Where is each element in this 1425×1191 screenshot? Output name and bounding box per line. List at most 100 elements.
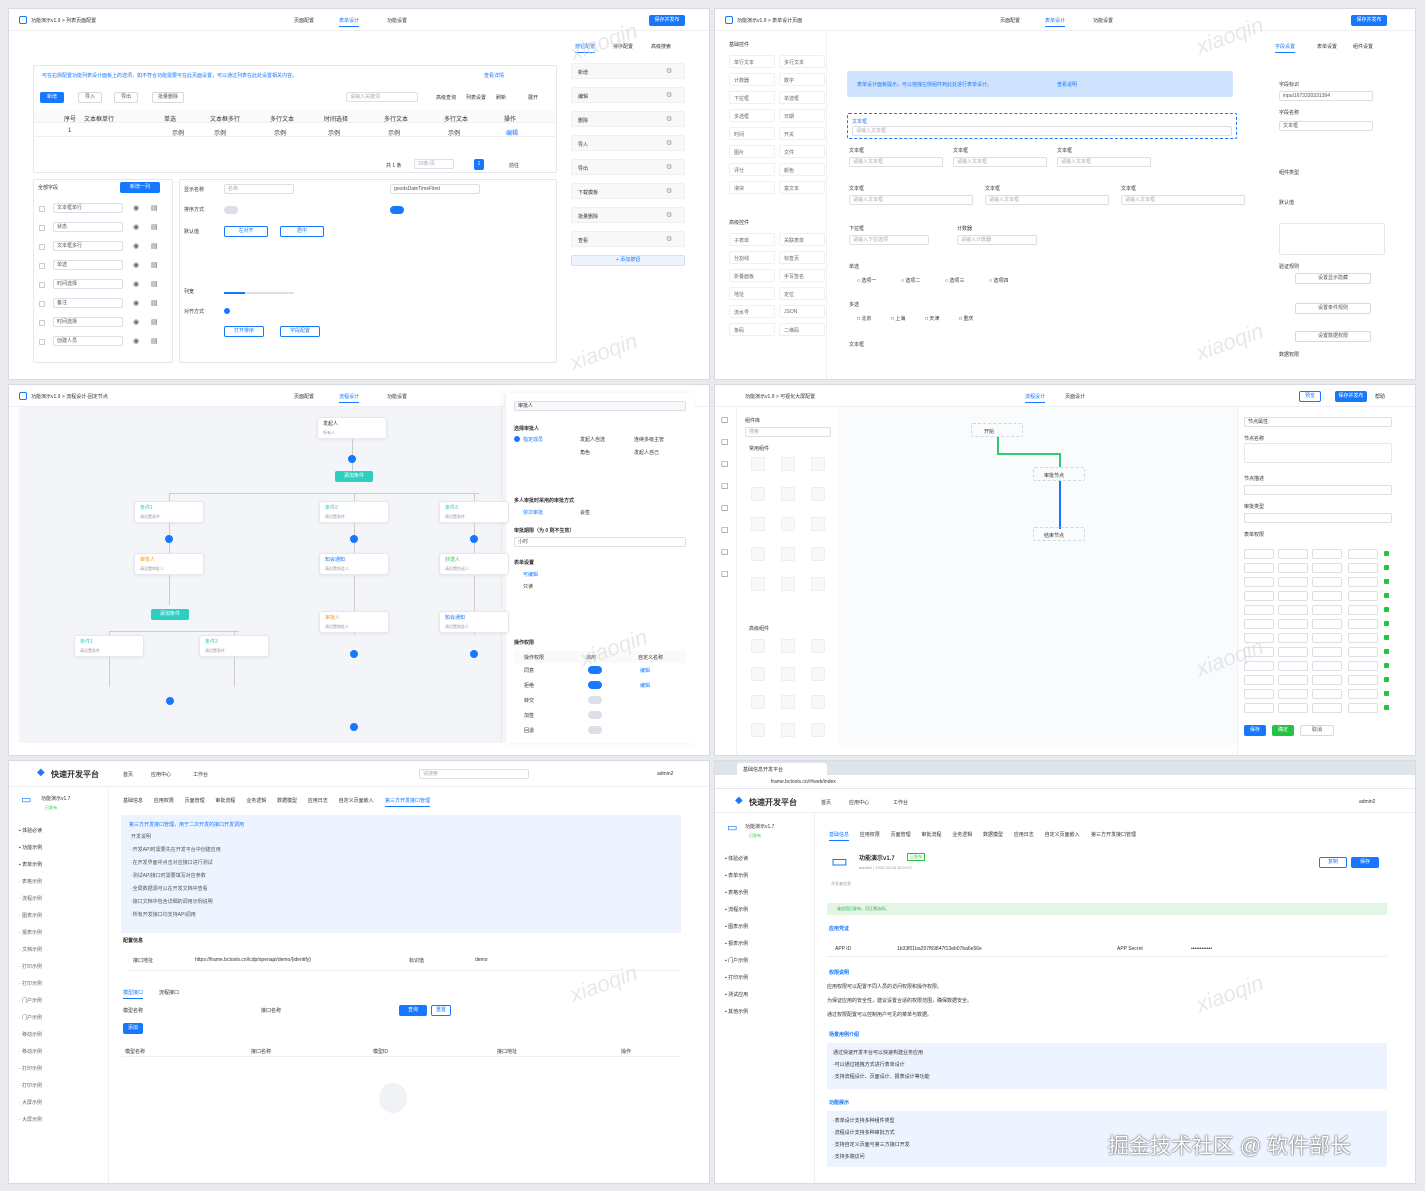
component-item[interactable]: 子表单 — [729, 233, 775, 246]
field-checkbox[interactable] — [39, 301, 45, 307]
add-button-right[interactable]: + 添加按钮 — [571, 255, 685, 266]
field-checkbox[interactable] — [39, 244, 45, 250]
field-name-input[interactable]: 时间选择 — [53, 279, 123, 289]
row-field[interactable] — [1278, 689, 1308, 699]
row-field[interactable] — [1244, 703, 1274, 713]
component-item[interactable]: 多选框 — [729, 109, 775, 122]
field-name-input[interactable]: 文本框多行 — [53, 241, 123, 251]
add-column-button[interactable]: 新增一列 — [120, 182, 160, 193]
rail-icon[interactable]: ▢ — [721, 569, 729, 578]
sidebar-item[interactable]: ▪ 图表示例 — [725, 923, 748, 930]
row-field[interactable] — [1244, 619, 1274, 629]
component-item[interactable]: 时间 — [729, 127, 775, 140]
palette-item[interactable] — [751, 639, 765, 653]
sidebar-item[interactable]: · 打印示例 — [19, 980, 42, 987]
row-field[interactable] — [1278, 549, 1308, 559]
sidebar-item[interactable]: · 流程示例 — [19, 895, 42, 902]
add-condition-button[interactable]: 添加条件 — [151, 609, 189, 620]
eye-icon[interactable]: ◉ — [133, 204, 139, 212]
notice-link[interactable]: 查看详情 — [484, 72, 504, 79]
rail-icon[interactable]: ▢ — [721, 437, 729, 446]
tab-item[interactable]: 数据模型 — [983, 831, 1003, 838]
width-slider[interactable] — [224, 292, 294, 294]
button-config-row[interactable]: 导出 ⚙ — [571, 159, 685, 175]
rail-icon[interactable]: ▢ — [721, 415, 729, 424]
row-field[interactable] — [1278, 675, 1308, 685]
sidebar-item[interactable]: ▪ 其他示例 — [725, 1008, 748, 1015]
palette-item[interactable] — [811, 695, 825, 709]
toggle[interactable] — [224, 206, 238, 214]
row-field[interactable] — [1348, 619, 1378, 629]
palette-item[interactable] — [751, 517, 765, 531]
select-input[interactable]: 请输入下拉选项 — [849, 235, 929, 245]
rail-icon[interactable]: ▢ — [721, 547, 729, 556]
tab-form[interactable]: 表单设计 — [339, 17, 360, 27]
component-item[interactable]: 开关 — [779, 127, 825, 140]
perm-edit-link[interactable]: 编辑 — [640, 667, 650, 674]
field-input[interactable]: 请输入文本框 — [985, 195, 1109, 205]
search-input[interactable]: 搜索 — [745, 427, 831, 437]
settings-icon[interactable]: ⚙ — [666, 91, 672, 99]
field-checkbox[interactable] — [39, 320, 45, 326]
trash-icon[interactable]: ▤ — [151, 261, 158, 269]
settings-icon[interactable]: ⚙ — [666, 211, 672, 219]
field-checkbox[interactable] — [39, 263, 45, 269]
radio-option[interactable]: ○ 选项二 — [901, 277, 920, 284]
settings-icon[interactable]: ⚙ — [666, 235, 672, 243]
tab-item[interactable]: 第三方开发接口管理 — [1091, 831, 1136, 838]
condition-node[interactable]: 条件3 请设置条件 — [439, 501, 509, 523]
list-settings[interactable]: 列表设置 — [466, 94, 486, 101]
search-input[interactable]: 请输入关键词 — [346, 92, 418, 102]
tab-item[interactable]: 业务逻辑 — [952, 831, 972, 838]
field-name-input[interactable]: 文本框单行 — [53, 203, 123, 213]
sidebar-item[interactable]: · 移动示例 — [19, 1031, 42, 1038]
sidebar-item[interactable]: · 报表示例 — [19, 929, 42, 936]
add-node-button[interactable] — [350, 650, 358, 658]
perm-toggle[interactable] — [588, 711, 602, 719]
eye-icon[interactable]: ◉ — [133, 318, 139, 326]
settings-icon[interactable]: ⚙ — [666, 115, 672, 123]
row-field[interactable] — [1312, 647, 1342, 657]
row-field[interactable] — [1244, 577, 1274, 587]
row-field[interactable] — [1278, 577, 1308, 587]
component-item[interactable]: 计数器 — [729, 73, 775, 86]
tab-item[interactable]: 自定义页面嵌入 — [339, 797, 374, 804]
palette-item[interactable] — [751, 577, 765, 591]
trash-icon[interactable]: ▤ — [151, 223, 158, 231]
start-node[interactable]: 发起人 所有人 — [317, 417, 387, 439]
radio-option[interactable]: ○ 选项四 — [989, 277, 1008, 284]
sidebar-item[interactable]: ▪ 表格示例 — [725, 889, 748, 896]
eye-icon[interactable]: ◉ — [133, 261, 139, 269]
radio[interactable] — [224, 308, 230, 314]
row-field[interactable] — [1312, 703, 1342, 713]
add-button[interactable]: 新增 — [40, 92, 64, 103]
palette-item[interactable] — [781, 547, 795, 561]
row-field[interactable] — [1278, 647, 1308, 657]
sidebar-item[interactable]: ▪ 表单示例 — [19, 861, 42, 868]
add-node-button[interactable] — [470, 650, 478, 658]
component-item[interactable]: 折叠面板 — [729, 269, 775, 282]
trash-icon[interactable]: ▤ — [151, 337, 158, 345]
sidebar-item[interactable]: ▪ 功能示例 — [19, 844, 42, 851]
rail-icon[interactable]: ▢ — [721, 525, 729, 534]
tab-item[interactable]: 应用权限 — [154, 797, 174, 804]
cc-node[interactable]: 抄送人 请设置抄送人 — [439, 553, 509, 575]
field-name-input[interactable]: 时间选择 — [53, 317, 123, 327]
palette-item[interactable] — [781, 487, 795, 501]
palette-item[interactable] — [781, 639, 795, 653]
tab-item[interactable]: 应用权限 — [860, 831, 880, 838]
button-config-row[interactable]: 下载模板 ⚙ — [571, 183, 685, 199]
component-item[interactable]: 手写签名 — [779, 269, 825, 282]
save-button[interactable]: 保存并发布 — [649, 15, 685, 26]
row-field[interactable] — [1312, 591, 1342, 601]
row-field[interactable] — [1348, 661, 1378, 671]
sidebar-item[interactable]: · 大屏示例 — [19, 1099, 42, 1106]
row-field[interactable] — [1312, 577, 1342, 587]
row-field[interactable] — [1244, 689, 1274, 699]
condition-node[interactable]: 条件2 请设置条件 — [199, 635, 269, 657]
row-field[interactable] — [1244, 591, 1274, 601]
component-item[interactable]: 日期 — [779, 109, 825, 122]
palette-item[interactable] — [751, 723, 765, 737]
field-input[interactable]: 请输入文本框 — [1121, 195, 1245, 205]
component-item[interactable]: 条码 — [729, 323, 775, 336]
